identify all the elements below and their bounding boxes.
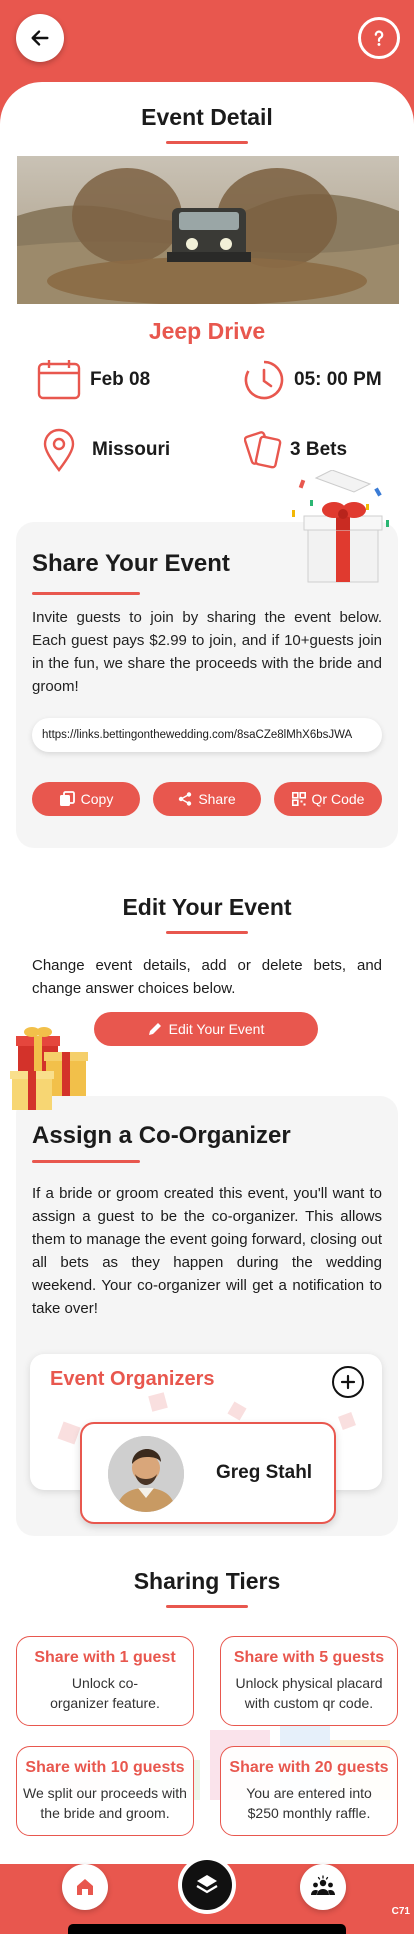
copy-icon (59, 791, 75, 806)
nav-group-button[interactable] (300, 1864, 346, 1910)
event-date-text: Feb 08 (90, 369, 151, 390)
tier-card: Share with 10 guests We split our procee… (16, 1746, 194, 1836)
tier-card: Share with 20 guests You are entered int… (220, 1746, 398, 1836)
location-pin-icon (43, 428, 75, 472)
organizer-name: Greg Stahl (216, 1462, 313, 1483)
tier-title: Share with 20 guests (229, 1759, 389, 1776)
arrow-left-icon (31, 30, 49, 46)
pencil-icon (148, 1023, 161, 1035)
event-time-text: 05: 00 PM (294, 369, 382, 390)
co-organizer-description: If a bride or groom created this event, … (32, 1185, 382, 1317)
event-time: 05: 00 PM (242, 358, 382, 402)
share-button[interactable]: Share (153, 782, 261, 816)
group-icon (311, 1875, 335, 1895)
tier-description: You are entered into $250 monthly raffle… (246, 1785, 372, 1821)
co-organizer-title: Assign a Co-Organizer (32, 1122, 291, 1149)
co-organizer-underline (32, 1160, 140, 1163)
edit-event-title: Edit Your Event (122, 894, 292, 920)
avatar (108, 1436, 184, 1512)
tier-card: Share with 5 guests Unlock physical plac… (220, 1636, 398, 1726)
sharing-tiers-title: Sharing Tiers (133, 1568, 281, 1594)
gifts-illustration (10, 1024, 94, 1119)
edit-description: Change event details, add or delete bets… (32, 957, 382, 997)
qr-code-button[interactable]: Qr Code (274, 782, 382, 816)
home-icon (77, 1879, 93, 1895)
calendar-icon (37, 360, 81, 400)
plus-icon (340, 1374, 356, 1390)
back-button[interactable] (16, 14, 64, 62)
tier-title: Share with 5 guests (233, 1649, 385, 1666)
qr-code-label: Qr Code (311, 791, 365, 807)
tier-title: Share with 1 guest (34, 1649, 176, 1666)
edit-event-label: Edit Your Event (168, 1021, 265, 1037)
title-underline (166, 141, 248, 144)
nav-home-button[interactable] (62, 1864, 108, 1910)
share-label: Share (198, 791, 236, 807)
question-mark-icon (374, 30, 384, 46)
tier-description: Unlock co-organizer feature. (50, 1675, 160, 1711)
share-icon (179, 792, 192, 806)
event-date: Feb 08 (36, 358, 150, 402)
help-button[interactable] (358, 17, 400, 59)
nav-layers-button[interactable] (182, 1860, 232, 1910)
tier-description: Unlock physical placard with custom qr c… (235, 1675, 383, 1711)
event-image (17, 156, 399, 304)
share-link-field[interactable]: https://links.bettingonthewedding.com/8s… (32, 718, 382, 752)
share-description: Invite guests to join by sharing the eve… (32, 609, 382, 695)
tier-card: Share with 1 guest Unlock co-organizer f… (16, 1636, 194, 1726)
copy-button[interactable]: Copy (32, 782, 140, 816)
add-organizer-button[interactable] (332, 1366, 364, 1398)
event-bets-text: 3 Bets (290, 439, 348, 460)
event-bets: 3 Bets (244, 428, 347, 472)
corner-code: C71 (391, 1906, 410, 1917)
share-title-underline (32, 592, 140, 595)
copy-label: Copy (80, 791, 114, 807)
event-name: Jeep Drive (148, 318, 266, 344)
qr-code-icon (291, 792, 306, 806)
event-location-text: Missouri (92, 439, 171, 460)
share-title: Share Your Event (32, 550, 230, 577)
layers-icon (196, 1875, 218, 1894)
event-location: Missouri (42, 428, 170, 472)
event-detail-title: Event Detail (141, 104, 273, 130)
clock-icon (244, 360, 284, 400)
tiers-title-underline (166, 1605, 248, 1608)
edit-event-button[interactable]: Edit Your Event (94, 1012, 318, 1046)
gift-box-illustration (286, 469, 398, 593)
tier-description: We split our proceeds with the bride and… (23, 1785, 187, 1821)
tier-title: Share with 10 guests (25, 1759, 185, 1776)
cards-icon (244, 431, 282, 469)
home-indicator (68, 1924, 346, 1934)
event-organizers-title: Event Organizers (50, 1368, 215, 1390)
edit-title-underline (166, 931, 248, 934)
organizer-item[interactable]: Greg Stahl (80, 1422, 336, 1524)
